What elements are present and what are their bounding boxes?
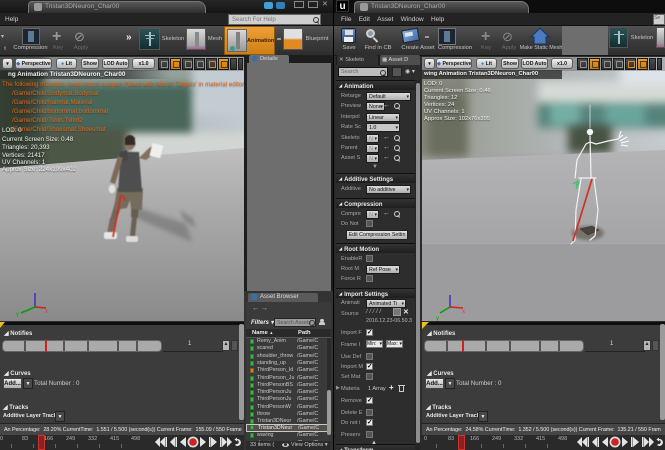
svg-text:y: y [436, 316, 439, 321]
svg-text:x: x [45, 309, 48, 315]
svg-text:y: y [16, 312, 19, 317]
svg-text:x: x [462, 309, 465, 315]
